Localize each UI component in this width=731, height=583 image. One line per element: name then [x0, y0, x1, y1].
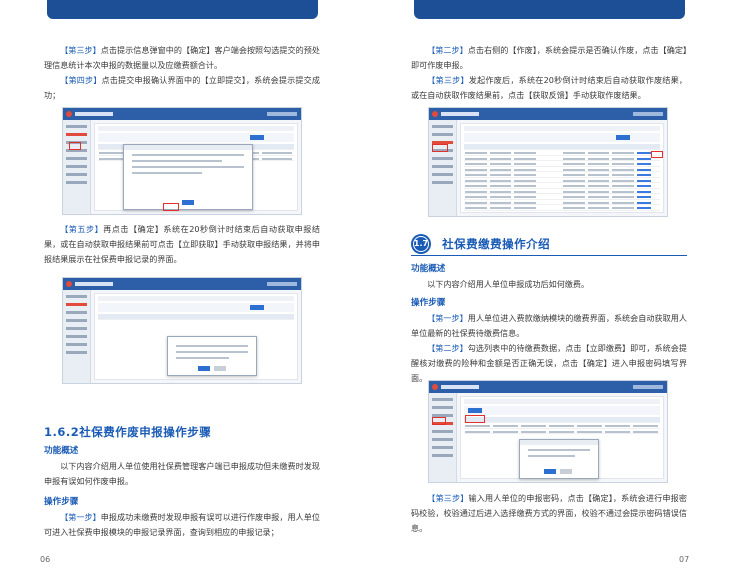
- function-description: 以下内容介绍用人单位使用社保费管理客户端已申报成功但未缴费时发现申报有误如何作废…: [44, 461, 320, 486]
- left-step3-paragraph: 【第三步】点击提示信息弹窗中的【确定】客户端会按照勾选提交的预处理信息统计本次申…: [44, 45, 320, 100]
- right-steps-paragraph: 【第二步】点击右侧的【作废】，系统会提示是否确认作废，点击【确定】即可作废申报。…: [411, 45, 687, 100]
- section-divider: [411, 255, 687, 256]
- screenshot-fetch-result: [62, 277, 302, 384]
- subhead-steps: 操作步骤: [44, 497, 79, 507]
- right-section-body: 功能概述 以下内容介绍用人单位申报成功后如何缴费。 操作步骤 【第一步】用人单位…: [411, 264, 687, 383]
- step-label: 【第四步】: [60, 75, 102, 85]
- subhead-function: 功能概述: [44, 446, 79, 456]
- step-label: 【第二步】: [427, 343, 468, 353]
- section-title: 社保费缴费操作介绍: [442, 236, 551, 251]
- section-1-7-header: 1.7 社保费缴费操作介绍: [411, 233, 687, 257]
- screenshot-submit-confirm: [62, 107, 302, 215]
- subhead-steps: 操作步骤: [411, 298, 446, 308]
- right-step3-paragraph: 【第三步】输入用人单位的申报密码，点击【确定】，系统会进行申报密码校验，校验通过…: [411, 493, 687, 533]
- step-label: 【第三步】: [427, 493, 469, 503]
- step-label: 【第五步】: [60, 224, 104, 234]
- header-tab-right: [414, 0, 685, 19]
- function-description: 以下内容介绍用人单位申报成功后如何缴费。: [427, 279, 590, 289]
- step-label: 【第三步】: [427, 75, 469, 85]
- section-title: 1.6.2社保费作废申报操作步骤: [44, 425, 212, 439]
- screenshot-void-records: [428, 107, 668, 217]
- step-label: 【第一步】: [427, 313, 468, 323]
- section-number-badge: 1.7: [411, 233, 431, 254]
- header-tab-left: [47, 0, 318, 19]
- left-section-1-6-2: 1.6.2社保费作废申报操作步骤 功能概述 以下内容介绍用人单位使用社保费管理客…: [44, 425, 320, 537]
- page-number-right: 07: [679, 555, 690, 564]
- left-step5-paragraph: 【第五步】再点击【确定】系统在20秒倒计时结束后自动获取申报结果，或在自动获取申…: [44, 224, 320, 264]
- subhead-function: 功能概述: [411, 264, 446, 274]
- step-label: 【第二步】: [427, 45, 468, 55]
- screenshot-payment-password: [428, 380, 668, 483]
- page-number-left: 06: [40, 555, 51, 564]
- step-label: 【第三步】: [60, 45, 101, 55]
- step-label: 【第一步】: [60, 512, 101, 522]
